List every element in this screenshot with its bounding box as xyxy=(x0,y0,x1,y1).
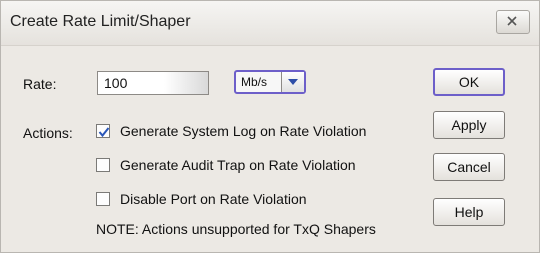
help-button[interactable]: Help xyxy=(433,198,505,226)
check-icon xyxy=(98,127,110,138)
cancel-button[interactable]: Cancel xyxy=(433,153,505,181)
audit-trap-checkbox[interactable] xyxy=(96,158,110,172)
close-button[interactable] xyxy=(496,10,530,34)
unit-select-value: Mb/s xyxy=(241,75,268,89)
close-icon xyxy=(507,16,517,26)
system-log-label: Generate System Log on Rate Violation xyxy=(120,123,367,139)
system-log-checkbox[interactable] xyxy=(96,124,110,138)
rate-label: Rate: xyxy=(23,76,57,92)
apply-button[interactable]: Apply xyxy=(433,111,505,139)
rate-input[interactable] xyxy=(97,71,209,95)
dialog-title: Create Rate Limit/Shaper xyxy=(10,13,191,30)
actions-label: Actions: xyxy=(23,125,73,141)
title-bar: Create Rate Limit/Shaper xyxy=(1,1,539,46)
unit-select[interactable]: Mb/s xyxy=(234,70,306,94)
unit-dropdown-button[interactable] xyxy=(281,72,304,92)
disable-port-checkbox[interactable] xyxy=(96,192,110,206)
create-rate-limit-dialog: Create Rate Limit/Shaper Rate: Mb/s Acti… xyxy=(0,0,540,253)
chevron-down-icon xyxy=(288,79,298,85)
ok-button[interactable]: OK xyxy=(433,68,505,96)
disable-port-label: Disable Port on Rate Violation xyxy=(120,191,307,207)
audit-trap-label: Generate Audit Trap on Rate Violation xyxy=(120,157,356,173)
note-text: NOTE: Actions unsupported for TxQ Shaper… xyxy=(96,221,376,237)
